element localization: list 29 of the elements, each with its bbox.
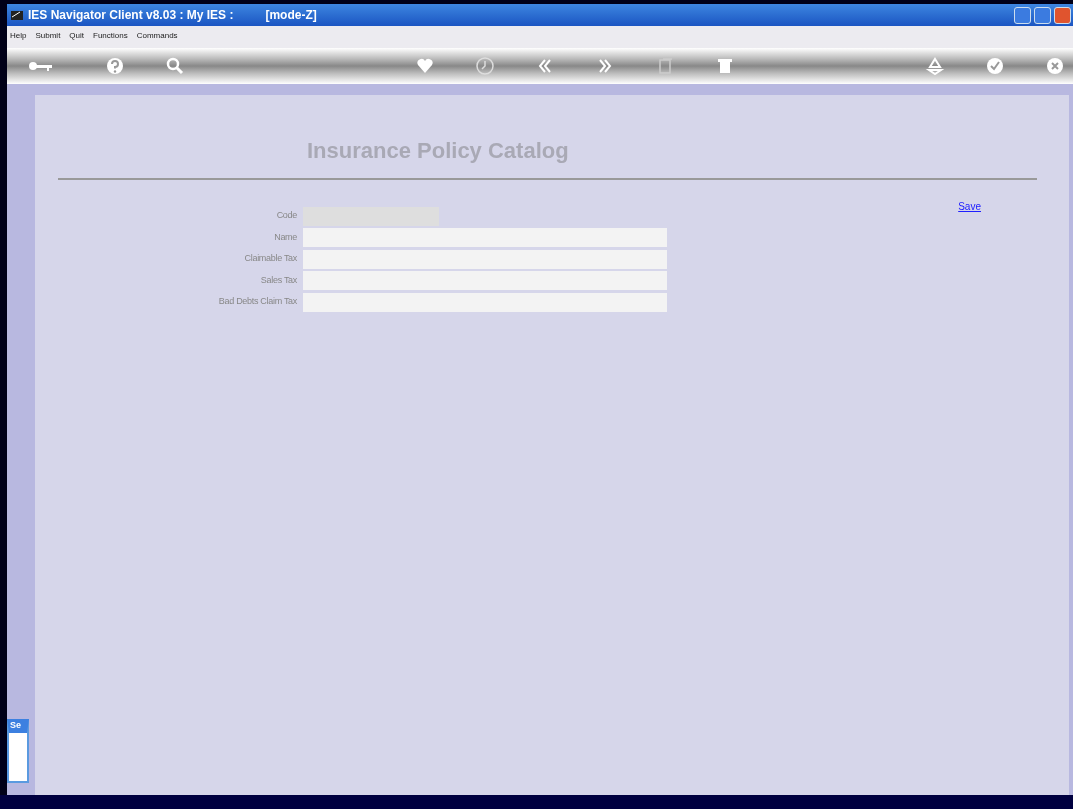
field-label: Code <box>275 210 297 221</box>
panel-title: Se <box>10 720 21 730</box>
close-icon[interactable] <box>1045 56 1065 76</box>
search-icon[interactable] <box>165 56 185 76</box>
input-field[interactable] <box>303 249 667 269</box>
maximize-button[interactable] <box>1034 6 1051 24</box>
menu-item[interactable]: Submit <box>35 30 61 40</box>
menu-item[interactable]: Quit <box>69 30 85 40</box>
menu-item[interactable]: Functions <box>93 30 128 40</box>
menu-item[interactable]: Commands <box>136 30 178 40</box>
input-field[interactable] <box>303 228 667 247</box>
input-field[interactable] <box>303 271 667 290</box>
field-label: Bad Debts Claim Tax <box>217 296 297 307</box>
field-label: Name <box>273 231 297 242</box>
field-label: Claimable Tax <box>243 253 297 264</box>
input-field[interactable] <box>303 292 667 312</box>
window-title: IES Navigator Client v8.03 : My IES : <box>28 8 234 22</box>
menu-item[interactable]: Help <box>10 30 27 40</box>
clock-icon[interactable] <box>475 56 495 76</box>
window-mode: [mode-Z] <box>265 8 317 22</box>
save-link[interactable]: Save <box>958 201 981 212</box>
trash-icon[interactable] <box>715 56 735 76</box>
field-label: Sales Tax <box>259 274 297 285</box>
close-button[interactable] <box>1054 6 1071 24</box>
recycle-icon[interactable] <box>925 56 945 76</box>
minimize-button[interactable] <box>1014 6 1031 24</box>
check-icon[interactable] <box>985 56 1005 76</box>
help-icon[interactable] <box>105 56 125 76</box>
app-icon <box>10 9 24 21</box>
